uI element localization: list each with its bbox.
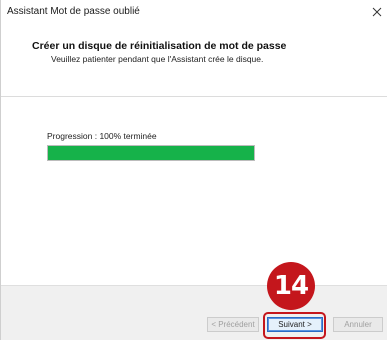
- next-button[interactable]: Suivant >: [267, 317, 323, 332]
- title-bar: Assistant Mot de passe oublié: [1, 0, 387, 26]
- wizard-header: Créer un disque de réinitialisation de m…: [1, 26, 387, 97]
- progress-bar-fill: [48, 146, 254, 160]
- progress-bar: [47, 145, 255, 161]
- window-title: Assistant Mot de passe oublié: [7, 6, 140, 17]
- close-icon: [372, 7, 382, 17]
- cancel-button[interactable]: Annuler: [333, 317, 383, 332]
- page-subtitle: Veuillez patienter pendant que l'Assista…: [51, 54, 264, 64]
- previous-button[interactable]: < Précédent: [207, 317, 259, 332]
- progress-label: Progression : 100% terminée: [47, 131, 157, 141]
- wizard-window: Assistant Mot de passe oublié Créer un d…: [0, 0, 387, 340]
- wizard-content: Progression : 100% terminée: [1, 97, 387, 285]
- wizard-footer: < Précédent Suivant > Annuler: [1, 285, 387, 340]
- close-button[interactable]: [366, 0, 387, 24]
- step-number-badge: 14: [267, 262, 315, 310]
- page-title: Créer un disque de réinitialisation de m…: [32, 40, 287, 52]
